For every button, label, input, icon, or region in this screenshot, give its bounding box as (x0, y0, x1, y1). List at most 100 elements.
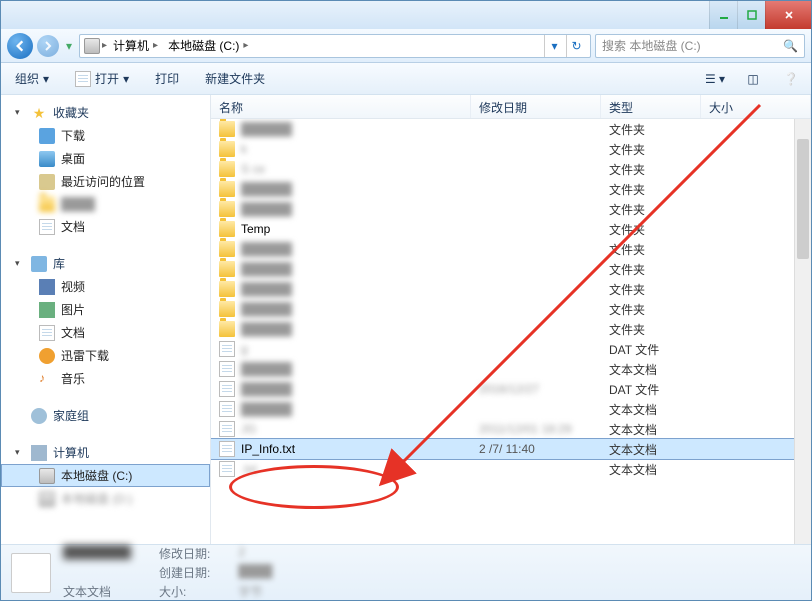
file-name: g (241, 342, 248, 356)
content-area: ▾★收藏夹 下载 桌面 最近访问的位置 ████ 文档 ▾库 视频 图片 文档 … (1, 95, 811, 544)
file-type: DAT 文件 (601, 381, 701, 398)
details-size-label: 大小: (159, 583, 210, 600)
folder-icon (219, 141, 235, 157)
sidebar-label: 图片 (61, 301, 85, 318)
address-dropdown-icon[interactable]: ▾ (544, 35, 564, 57)
view-options-button[interactable]: ☰ ▾ (703, 67, 727, 91)
downloads-icon (39, 128, 55, 144)
file-row[interactable]: ██████文本文档 (211, 399, 811, 419)
sidebar-label: 本地磁盘 (D:) (61, 490, 132, 507)
drive-icon (39, 491, 55, 507)
file-row[interactable]: ██████文件夹 (211, 299, 811, 319)
computer-icon (31, 445, 47, 461)
videos-icon (39, 279, 55, 295)
column-name[interactable]: 名称 (211, 95, 471, 118)
file-type: 文件夹 (601, 181, 701, 198)
print-button[interactable]: 打印 (149, 66, 185, 91)
folder-icon (219, 221, 235, 237)
file-row[interactable]: ██████2016/12/27DAT 文件 (211, 379, 811, 399)
sidebar-label: 本地磁盘 (C:) (61, 467, 132, 484)
file-row[interactable]: ██████文件夹 (211, 279, 811, 299)
sidebar-homegroup-header[interactable]: 家庭组 (1, 404, 210, 427)
file-row[interactable]: Temp文件夹 (211, 219, 811, 239)
forward-button[interactable] (37, 35, 59, 57)
sidebar-item-music[interactable]: ♪音乐 (1, 367, 210, 390)
sidebar-item-drive-c[interactable]: 本地磁盘 (C:) (1, 464, 210, 487)
column-date[interactable]: 修改日期 (471, 95, 601, 118)
folder-icon (219, 161, 235, 177)
file-date: 2011/12/01 18:29 (471, 422, 601, 436)
organize-button[interactable]: 组织 ▾ (9, 66, 55, 91)
search-icon: 🔍 (783, 39, 798, 53)
file-row[interactable]: k文件夹 (211, 139, 811, 159)
back-button[interactable] (7, 33, 33, 59)
sidebar-item-drive-d[interactable]: 本地磁盘 (D:) (1, 487, 210, 510)
file-row[interactable]: gDAT 文件 (211, 339, 811, 359)
doc-icon (219, 361, 235, 377)
file-row[interactable]: .txt文本文档 (211, 459, 811, 479)
file-row[interactable]: ██████文本文档 (211, 359, 811, 379)
help-button[interactable]: ❔ (779, 67, 803, 91)
sidebar-item-pictures[interactable]: 图片 (1, 298, 210, 321)
toolbar-label: 打开 (95, 70, 119, 87)
file-type: 文本文档 (601, 421, 701, 438)
file-type: 文件夹 (601, 161, 701, 178)
explorer-window: ▾ ▸ 计算机▸ 本地磁盘 (C:)▸ ▾ ↻ 搜索 本地磁盘 (C:) 🔍 组… (0, 0, 812, 601)
doc-icon (75, 71, 91, 87)
sidebar-favorites-header[interactable]: ▾★收藏夹 (1, 101, 210, 124)
minimize-button[interactable] (709, 1, 737, 29)
sidebar-label: 音乐 (61, 370, 85, 387)
file-name: IP_Info.txt (241, 442, 295, 456)
search-placeholder: 搜索 本地磁盘 (C:) (602, 37, 701, 54)
sidebar-item-lib-documents[interactable]: 文档 (1, 321, 210, 344)
search-input[interactable]: 搜索 本地磁盘 (C:) 🔍 (595, 34, 805, 58)
refresh-icon[interactable]: ↻ (566, 35, 586, 57)
sidebar-item-blurred[interactable]: ████ (1, 193, 210, 215)
file-name: ██████ (241, 202, 292, 216)
file-row[interactable]: ██████文件夹 (211, 199, 811, 219)
sidebar-item-xunlei[interactable]: 迅雷下载 (1, 344, 210, 367)
file-row[interactable]: ██████文件夹 (211, 179, 811, 199)
file-name: ██████ (241, 302, 292, 316)
file-name: k (241, 142, 247, 156)
file-date: 2 /7/ 11:40 (471, 442, 601, 456)
file-row[interactable]: ██████文件夹 (211, 119, 811, 139)
file-row[interactable]: JG2011/12/01 18:29文本文档 (211, 419, 811, 439)
new-folder-button[interactable]: 新建文件夹 (199, 66, 271, 91)
scrollbar-thumb[interactable] (797, 139, 809, 259)
maximize-button[interactable] (737, 1, 765, 29)
sidebar-item-videos[interactable]: 视频 (1, 275, 210, 298)
sidebar-item-downloads[interactable]: 下载 (1, 124, 210, 147)
toolbar: 组织 ▾ 打开 ▾ 打印 新建文件夹 ☰ ▾ ◫ ❔ (1, 63, 811, 95)
sidebar-item-documents[interactable]: 文档 (1, 215, 210, 238)
preview-pane-button[interactable]: ◫ (741, 67, 765, 91)
column-size[interactable]: 大小 (701, 95, 811, 118)
file-row[interactable]: ██████文件夹 (211, 239, 811, 259)
sidebar-libraries-header[interactable]: ▾库 (1, 252, 210, 275)
column-type[interactable]: 类型 (601, 95, 701, 118)
sidebar-item-recent[interactable]: 最近访问的位置 (1, 170, 210, 193)
file-row[interactable]: ██████文件夹 (211, 259, 811, 279)
sidebar-label: 文档 (61, 218, 85, 235)
history-dropdown[interactable]: ▾ (63, 39, 75, 53)
breadcrumb[interactable]: ▸ 计算机▸ 本地磁盘 (C:)▸ ▾ ↻ (79, 34, 591, 58)
navbar: ▾ ▸ 计算机▸ 本地磁盘 (C:)▸ ▾ ↻ 搜索 本地磁盘 (C:) 🔍 (1, 29, 811, 63)
details-size-value: 字节 (238, 583, 272, 600)
close-button[interactable] (765, 1, 811, 29)
file-name: .txt (241, 462, 257, 476)
vertical-scrollbar[interactable] (794, 119, 811, 544)
breadcrumb-drive[interactable]: 本地磁盘 (C:)▸ (164, 35, 252, 57)
breadcrumb-computer[interactable]: 计算机▸ (109, 35, 162, 57)
folder-icon (219, 121, 235, 137)
file-row[interactable]: S ce文件夹 (211, 159, 811, 179)
sidebar-item-desktop[interactable]: 桌面 (1, 147, 210, 170)
file-row[interactable]: IP_Info.txt2 /7/ 11:40文本文档 (211, 439, 811, 459)
star-icon: ★ (31, 105, 47, 121)
sidebar-computer-header[interactable]: ▾计算机 (1, 441, 210, 464)
open-button[interactable]: 打开 ▾ (69, 66, 135, 91)
folder-icon (219, 201, 235, 217)
breadcrumb-label: 计算机 (113, 37, 149, 54)
file-row[interactable]: ██████文件夹 (211, 319, 811, 339)
doc-icon (219, 441, 235, 457)
sidebar-label: 文档 (61, 324, 85, 341)
